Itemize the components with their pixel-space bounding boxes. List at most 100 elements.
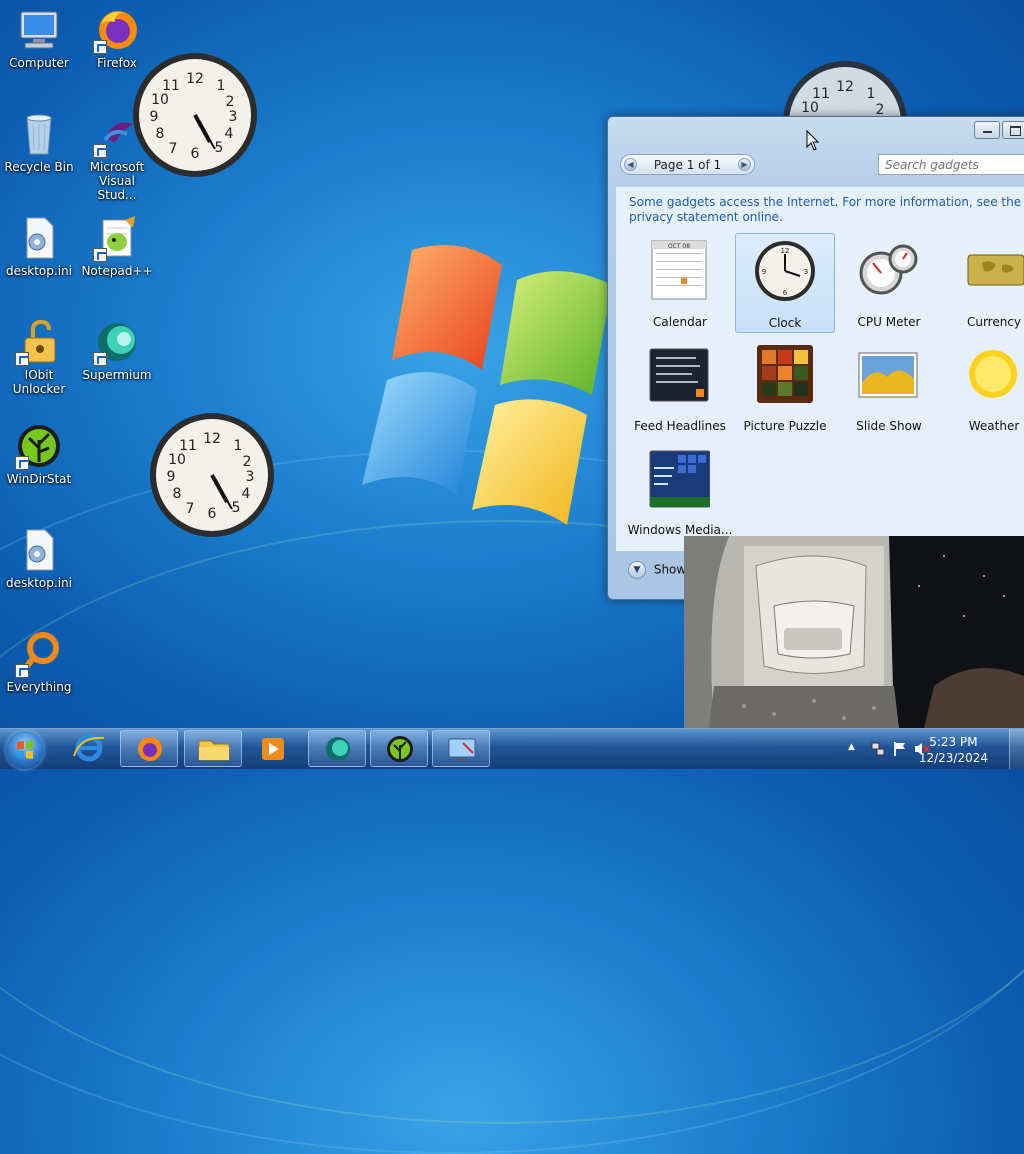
search-gadgets-input[interactable] (878, 154, 1024, 175)
gadget-cpu-meter[interactable]: CPU Meter (839, 233, 939, 333)
taskbar-internet-explorer[interactable] (60, 730, 118, 767)
svg-text:6: 6 (783, 289, 788, 297)
desktop-icon-label: Supermium (82, 368, 152, 382)
gadget-slide-show[interactable]: Slide Show (839, 337, 939, 437)
start-button[interactable] (6, 731, 44, 769)
svg-text:12: 12 (836, 79, 854, 95)
svg-text:10: 10 (151, 92, 169, 108)
internet-privacy-notice[interactable]: Some gadgets access the Internet. For mo… (629, 195, 1024, 225)
taskbar-file-explorer[interactable] (184, 730, 242, 767)
svg-text:5: 5 (215, 140, 224, 156)
desktop-icon-recycle-bin[interactable]: Recycle Bin (2, 110, 76, 174)
cpu-meter-icon (859, 244, 918, 295)
svg-text:6: 6 (208, 506, 217, 522)
maximize-button[interactable] (1002, 121, 1024, 139)
gadget-calendar[interactable]: OCT 08 Calendar (630, 233, 730, 333)
internet-explorer-icon (73, 734, 105, 762)
flag-icon[interactable] (892, 741, 908, 757)
minimize-button[interactable] (974, 121, 1000, 139)
desktop-icon-label: Recycle Bin (4, 160, 74, 174)
taskbar-firefox[interactable] (120, 730, 178, 767)
gadget-windows-media-center[interactable]: Windows Media... (628, 441, 732, 541)
feed-headlines-icon (649, 348, 709, 402)
page-label: Page 1 of 1 (653, 158, 722, 172)
webcam-video-overlay (684, 536, 1024, 728)
gadget-gallery-window: ◀ Page 1 of 1 ▶ Some gadgets access the … (607, 116, 1024, 600)
svg-text:9: 9 (167, 469, 176, 485)
taskbar-clock[interactable]: 5:23 PM 12/23/2024 (919, 734, 988, 766)
webcam-frame-image (684, 536, 1024, 728)
action-center-icon[interactable] (870, 741, 886, 757)
desktop-icon-desktop-ini-2[interactable]: desktop.ini (2, 526, 76, 590)
desktop-icon-label: Computer (9, 56, 69, 70)
media-player-icon (262, 738, 284, 760)
windirstat-icon (15, 422, 63, 470)
windirstat-icon (387, 736, 413, 762)
svg-text:4: 4 (225, 126, 234, 142)
weather-icon (969, 350, 1017, 398)
taskbar-date: 12/23/2024 (918, 751, 988, 765)
desktop-icon-iobit-unlocker[interactable]: IObit Unlocker (2, 318, 76, 396)
gadget-label: Windows Media... (627, 523, 733, 537)
svg-text:12: 12 (781, 247, 790, 255)
page-navigator: ◀ Page 1 of 1 ▶ (620, 154, 755, 175)
show-details-toggle[interactable]: ▼ Show (628, 561, 686, 583)
show-desktop-button[interactable] (1009, 729, 1024, 769)
clock-gadget[interactable]: 12 1234567891011 (131, 52, 259, 178)
picture-puzzle-icon (757, 345, 813, 403)
desktop-icon-windirstat[interactable]: WinDirStat (2, 422, 76, 486)
shortcut-arrow-icon (15, 456, 29, 470)
desktop-icon-label: WinDirStat (6, 472, 72, 486)
svg-text:1: 1 (234, 438, 243, 454)
svg-text:2: 2 (226, 94, 235, 110)
svg-text:4: 4 (242, 486, 251, 502)
gadget-label: Currency (966, 315, 1022, 329)
gadget-clock[interactable]: 12 3 6 9 Clock (735, 233, 835, 333)
taskbar: ▲ 5:23 PM 12/23/2024 (0, 728, 1024, 769)
svg-text:9: 9 (150, 109, 159, 125)
desktop-icon-label: desktop.ini (6, 576, 72, 590)
svg-text:7: 7 (186, 501, 195, 517)
clock-icon: 12 3 6 9 (755, 241, 815, 301)
firefox-icon (138, 737, 162, 761)
clock-gadget[interactable]: 12 1234567891011 (148, 412, 276, 538)
svg-text:12: 12 (186, 71, 204, 87)
firefox-icon (93, 6, 141, 54)
shortcut-arrow-icon (93, 40, 107, 54)
gadget-currency[interactable]: Currency (944, 233, 1024, 333)
system-tray: ▲ 5:23 PM 12/23/2024 (834, 729, 1024, 769)
svg-text:7: 7 (169, 141, 178, 157)
svg-text:10: 10 (168, 452, 186, 468)
gadget-feed-headlines[interactable]: Feed Headlines (630, 337, 730, 437)
recycle-bin-icon (15, 110, 63, 158)
svg-text:6: 6 (191, 146, 200, 162)
desktop-icon-everything[interactable]: Everything (2, 630, 76, 694)
next-page-button[interactable]: ▶ (738, 158, 751, 171)
notepad-plus-plus-icon (93, 214, 141, 262)
taskbar-time: 5:23 PM (929, 735, 978, 749)
show-hidden-icons-button[interactable]: ▲ (848, 742, 855, 752)
calendar-month-label: OCT 08 (668, 243, 690, 250)
taskbar-media-player[interactable] (244, 730, 302, 767)
desktop-icon-label: IObit Unlocker (12, 368, 66, 396)
svg-text:1: 1 (217, 78, 226, 94)
gadget-gallery-icon (448, 738, 476, 761)
windows-media-center-icon (649, 450, 710, 508)
svg-text:9: 9 (762, 268, 766, 276)
settings-file-icon (15, 214, 63, 262)
desktop-icon-notepad-plus-plus[interactable]: Notepad++ (80, 214, 154, 278)
desktop-icon-computer[interactable]: Computer (2, 6, 76, 70)
svg-text:8: 8 (173, 486, 182, 502)
svg-text:12: 12 (203, 431, 221, 447)
calendar-icon: OCT 08 (651, 240, 707, 300)
taskbar-supermium[interactable] (308, 730, 366, 767)
taskbar-windirstat[interactable] (370, 730, 428, 767)
desktop-icon-supermium[interactable]: Supermium (80, 318, 154, 382)
iobit-unlocker-icon (15, 318, 63, 366)
desktop-icon-label: Everything (6, 680, 72, 694)
taskbar-gadget-gallery[interactable] (432, 730, 490, 767)
gadget-picture-puzzle[interactable]: Picture Puzzle (735, 337, 835, 437)
gadget-weather[interactable]: Weather (944, 337, 1024, 437)
desktop-icon-desktop-ini[interactable]: desktop.ini (2, 214, 76, 278)
svg-text:11: 11 (162, 78, 180, 94)
